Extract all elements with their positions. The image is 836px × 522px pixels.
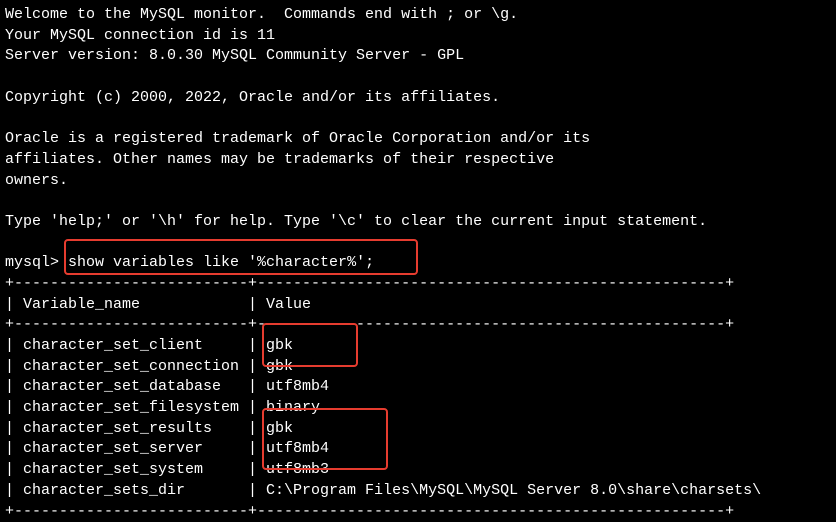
table-border: +--------------------------+------------… [5,274,831,295]
command-text: show variables like '%character%'; [59,254,374,271]
table-row: | character_sets_dir | C:\Program Files\… [5,481,831,502]
prompt-line[interactable]: mysql> show variables like '%character%'… [5,253,831,274]
blank-line [5,191,831,212]
trademark-line: affiliates. Other names may be trademark… [5,150,831,171]
table-row: | character_set_client | gbk [5,336,831,357]
table-row: | character_set_results | gbk [5,419,831,440]
table-header: | Variable_name | Value [5,295,831,316]
trademark-line: owners. [5,171,831,192]
table-row: | character_set_filesystem | binary [5,398,831,419]
trademark-line: Oracle is a registered trademark of Orac… [5,129,831,150]
copyright-line: Copyright (c) 2000, 2022, Oracle and/or … [5,88,831,109]
table-border: +--------------------------+------------… [5,502,831,522]
connection-id-line: Your MySQL connection id is 11 [5,26,831,47]
prompt-label: mysql> [5,254,59,271]
table-border: +--------------------------+------------… [5,315,831,336]
blank-line [5,67,831,88]
welcome-line: Welcome to the MySQL monitor. Commands e… [5,5,831,26]
server-version-line: Server version: 8.0.30 MySQL Community S… [5,46,831,67]
blank-line [5,233,831,254]
table-row: | character_set_server | utf8mb4 [5,439,831,460]
blank-line [5,108,831,129]
table-row: | character_set_database | utf8mb4 [5,377,831,398]
table-row: | character_set_connection | gbk [5,357,831,378]
help-line: Type 'help;' or '\h' for help. Type '\c'… [5,212,831,233]
table-row: | character_set_system | utf8mb3 [5,460,831,481]
